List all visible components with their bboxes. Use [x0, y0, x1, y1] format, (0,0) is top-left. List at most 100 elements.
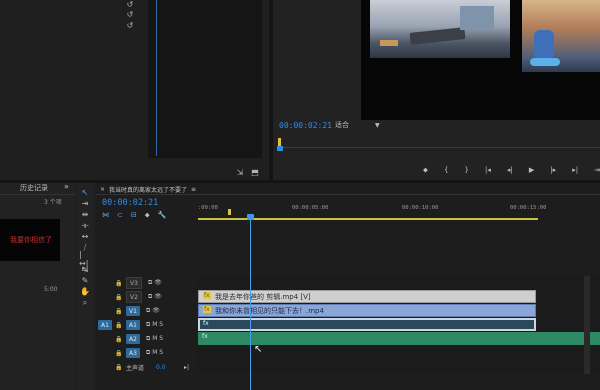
source-playhead-line — [156, 0, 157, 156]
track-headers: 🔒 V3 ⧉ 👁 🔒 V2 ⧉ 👁 🔒 V1 ⧉ 👁 A1 🔒 A1 ⧉ M S… — [96, 276, 198, 374]
ruler-label: 00:00:05:00 — [292, 205, 329, 211]
lock-icon[interactable]: 🔒 — [112, 350, 126, 357]
track-icons[interactable]: ⧉ M S — [146, 349, 163, 357]
source-monitor-panel: ↺ ↺ ↺ ⇲ ⬒ — [0, 0, 269, 180]
track-label-a1[interactable]: A1 — [126, 320, 140, 330]
track-icons[interactable]: ⧉ 👁 — [148, 279, 162, 287]
ripple-edit-tool-icon[interactable]: ⇹ — [79, 209, 91, 220]
out-point-icon[interactable]: } — [464, 166, 468, 174]
mouse-cursor: ↖ — [254, 344, 263, 355]
slip-tool-icon[interactable]: |↔| — [79, 250, 91, 268]
history-preview-text: 我要你相信了 — [10, 236, 52, 244]
track-label-v1[interactable]: V1 — [126, 306, 140, 316]
program-monitor-panel: 00:00:02:21 适合 ▼ ⬥ { } |◂ ◂| ▶ |▸ ▸| ⇥ — [273, 0, 600, 180]
track-row: 🔒 A3 ⧉ M S — [96, 346, 198, 360]
time-ruler[interactable]: :00:00 00:00:05:00 00:00:10:00 00:00:15:… — [198, 201, 600, 221]
master-volume[interactable]: 0.0 — [156, 364, 184, 371]
lock-icon[interactable]: 🔒 — [112, 280, 126, 287]
marker-icon[interactable]: ⬥ — [423, 166, 428, 175]
clip-v1-label: 我和你未曾相见的只能下去！.mp4 — [215, 307, 324, 315]
track-area[interactable]: fx 我是去年你爸的 剪辑.mp4 [V] fx 我和你未曾相见的只能下去！.m… — [198, 276, 600, 374]
playhead-line[interactable] — [250, 220, 251, 390]
program-scrub-bar[interactable] — [277, 138, 600, 154]
pen-tool-icon[interactable]: ✎ — [79, 275, 91, 286]
clip-v2[interactable]: fx 我是去年你爸的 剪辑.mp4 [V] — [198, 290, 536, 303]
track-label-a3[interactable]: A3 — [126, 348, 140, 358]
track-label-v2[interactable]: V2 — [126, 291, 142, 303]
program-timecode[interactable]: 00:00:02:21 — [279, 121, 332, 130]
in-marker[interactable] — [228, 209, 231, 215]
slide-tool-icon[interactable]: ↹ — [79, 264, 91, 275]
zoom-tool-icon[interactable]: ⌕ — [79, 297, 91, 308]
history-tab[interactable]: 历史记录 — [20, 183, 48, 193]
step-forward-icon[interactable]: |▸ — [550, 166, 556, 174]
video-frame-left — [370, 0, 510, 58]
master-track-label: 主声道 — [126, 364, 145, 372]
lock-icon[interactable]: 🔒 — [112, 336, 126, 343]
go-to-out-icon[interactable]: ▸| — [572, 166, 578, 174]
selection-tool-icon[interactable]: ↖ — [79, 187, 91, 198]
insert-icon[interactable]: ⊟ — [131, 211, 137, 221]
ruler-label: :00:00 — [198, 205, 218, 211]
source-patch-a1[interactable]: A1 — [98, 320, 112, 330]
playhead-marker[interactable] — [278, 138, 281, 146]
track-row: 🔒 V2 ⧉ 👁 — [96, 290, 198, 304]
lock-icon[interactable]: 🔒 — [112, 308, 126, 315]
track-icons[interactable]: ⧉ M S — [146, 335, 163, 343]
close-icon[interactable]: × — [100, 186, 105, 193]
track-select-tool-icon[interactable]: ⇥ — [79, 198, 91, 209]
undo-icon[interactable]: ↺ — [126, 21, 134, 30]
history-count: 3 个项 — [44, 199, 62, 206]
wrench-icon[interactable]: 🔧 — [158, 211, 167, 221]
history-preview: 我要你相信了 — [0, 219, 60, 261]
fx-icon: fx — [203, 306, 211, 313]
timeline-timecode[interactable]: 00:00:02:21 — [102, 198, 158, 208]
clip-a1[interactable]: fx — [198, 318, 536, 331]
snap-icon[interactable]: ⋈ — [102, 211, 109, 221]
track-icons[interactable]: ⧉ 👁 — [148, 293, 162, 301]
track-row: A1 🔒 A1 ⧉ M S — [96, 318, 198, 332]
add-marker-icon[interactable]: ⬥ — [145, 211, 150, 221]
source-monitor-viewer — [148, 0, 262, 158]
export-frame-icon[interactable]: ⇲ — [235, 168, 245, 177]
lift-icon[interactable]: ⇥ — [594, 166, 600, 174]
hand-tool-icon[interactable]: ✋ — [79, 286, 91, 297]
play-icon[interactable]: ▶ — [529, 166, 534, 174]
track-icons[interactable]: ⧉ 👁 — [146, 307, 160, 315]
track-row: 🔒 A2 ⧉ M S — [96, 332, 198, 346]
chevron-down-icon: ▼ — [375, 121, 380, 129]
lock-icon[interactable]: 🔒 — [112, 364, 126, 371]
rolling-edit-tool-icon[interactable]: ⟛ — [79, 220, 91, 231]
fx-icon: fx — [203, 292, 211, 299]
rate-stretch-tool-icon[interactable]: ↔ — [79, 231, 91, 242]
timeline-options: ⋈ ⊂ ⊟ ⬥ 🔧 — [102, 211, 192, 221]
fit-dropdown-label: 适合 — [335, 121, 349, 129]
track-label-a2[interactable]: A2 — [126, 334, 140, 344]
history-time: 5:00 — [44, 286, 58, 293]
track-label-v3[interactable]: V3 — [126, 277, 142, 289]
clip-v2-label: 我是去年你爸的 剪辑.mp4 [V] — [215, 293, 311, 301]
fx-label: fx — [202, 333, 208, 340]
track-icons[interactable]: ⧉ M S — [146, 321, 163, 329]
undo-icon[interactable]: ↺ — [126, 10, 134, 19]
export-icon[interactable]: ⬒ — [250, 168, 260, 177]
fit-dropdown[interactable]: 适合 ▼ — [335, 120, 381, 130]
timeline-panel: × 我当时真的离家太远了不要了 ≡ 00:00:02:21 ⋈ ⊂ ⊟ ⬥ 🔧 … — [96, 183, 600, 390]
step-back-icon[interactable]: ◂| — [507, 166, 513, 174]
timeline-tab[interactable]: × 我当时真的离家太远了不要了 ≡ — [100, 184, 196, 194]
master-track-row: 🔒 主声道 0.0 ▸| — [96, 360, 198, 374]
lock-icon[interactable]: 🔒 — [112, 294, 126, 301]
timeline-scrollbar[interactable] — [584, 276, 590, 374]
go-to-in-icon[interactable]: |◂ — [485, 166, 491, 174]
lock-icon[interactable]: 🔒 — [112, 322, 126, 329]
track-row: 🔒 V3 ⧉ 👁 — [96, 276, 198, 290]
go-to-end-icon[interactable]: ▸| — [184, 364, 189, 371]
playhead-indicator[interactable] — [277, 146, 283, 151]
undo-icon[interactable]: ↺ — [126, 0, 134, 9]
clip-v1[interactable]: fx 我和你未曾相见的只能下去！.mp4 — [198, 304, 536, 317]
in-point-icon[interactable]: { — [444, 166, 448, 174]
transport-controls: ⬥ { } |◂ ◂| ▶ |▸ ▸| ⇥ — [423, 164, 600, 176]
more-panels-icon[interactable]: » — [64, 182, 69, 191]
menu-icon[interactable]: ≡ — [191, 186, 196, 193]
linked-selection-icon[interactable]: ⊂ — [117, 211, 123, 221]
